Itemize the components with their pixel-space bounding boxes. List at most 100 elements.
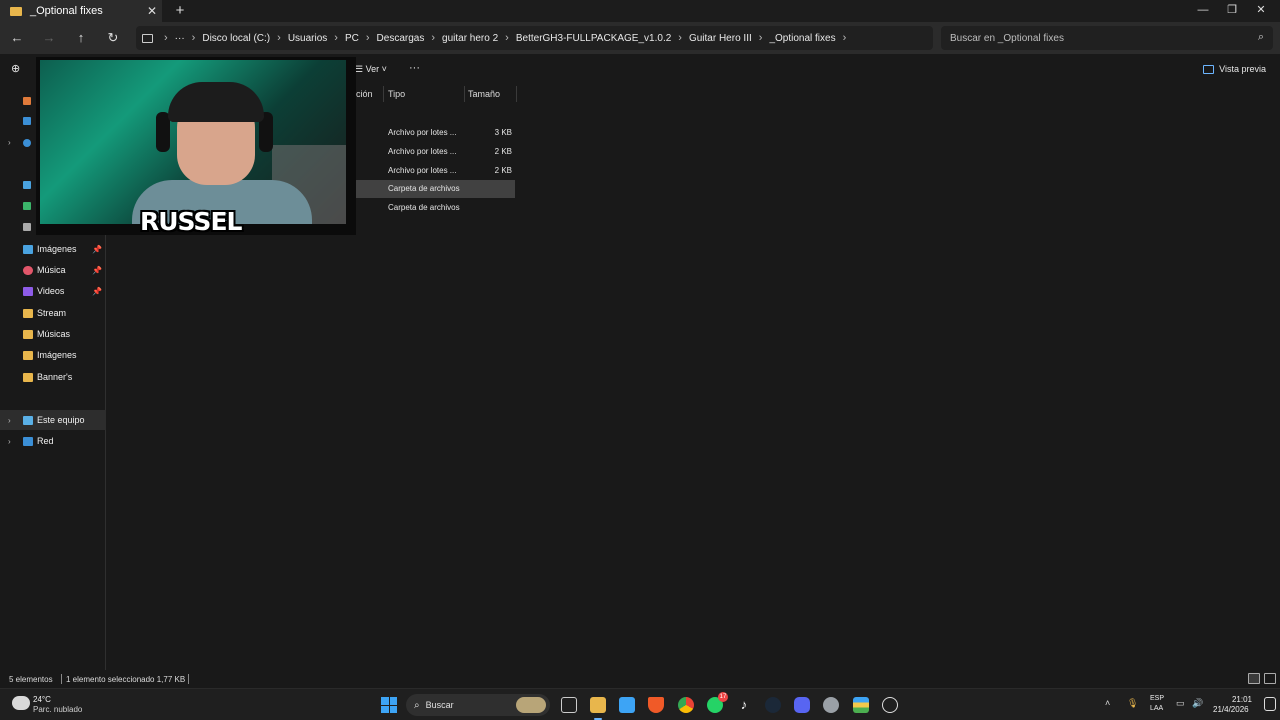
bluestacks-icon[interactable] (853, 697, 869, 713)
pin-icon: 📌 (92, 244, 102, 254)
chevron-right-icon[interactable]: › (8, 138, 11, 147)
sidebar-item-this-pc[interactable]: › Este equipo (0, 410, 106, 430)
sidebar-item-banners[interactable]: Banner's (0, 367, 106, 387)
column-divider[interactable] (383, 86, 384, 102)
more-options-button[interactable]: ··· (409, 62, 420, 74)
breadcrumb-more[interactable]: ··· (171, 33, 189, 44)
network-status-icon[interactable]: ▭ (1176, 698, 1185, 709)
documents-icon[interactable] (23, 223, 31, 231)
breadcrumb-downloads[interactable]: Descargas (373, 33, 429, 44)
minimize-button[interactable]: — (1188, 0, 1218, 22)
language-code[interactable]: ESP (1150, 695, 1164, 702)
clock-time[interactable]: 21:01 (1230, 695, 1252, 704)
file-type: Carpeta de archivos (388, 203, 460, 212)
sidebar-item-images[interactable]: Imágenes 📌 (0, 239, 106, 259)
sidebar-item-network[interactable]: › Red (0, 431, 106, 451)
column-divider[interactable] (516, 86, 517, 102)
microphone-icon[interactable]: 🎙 (1127, 698, 1138, 709)
folder-icon (23, 308, 33, 318)
close-window-button[interactable]: ✕ (1246, 0, 1276, 22)
new-tab-button[interactable]: + (172, 3, 188, 19)
settings-icon[interactable] (823, 697, 839, 713)
obs-icon[interactable] (882, 697, 898, 713)
file-size: 2 KB (494, 166, 512, 175)
file-type: Archivo por lotes ... (388, 128, 457, 137)
preview-button[interactable]: Vista previa (1203, 64, 1266, 74)
chevron-right-icon[interactable]: › (8, 416, 11, 425)
volume-icon[interactable]: 🔊 (1192, 698, 1203, 709)
gallery-icon[interactable] (23, 117, 31, 125)
breadcrumb-guitar-hero-3[interactable]: Guitar Hero III (685, 33, 756, 44)
sidebar-item-musicas[interactable]: Músicas (0, 324, 106, 344)
desktop-icon[interactable] (23, 181, 31, 189)
column-divider[interactable] (464, 86, 465, 102)
task-view-icon[interactable] (561, 697, 577, 713)
table-row[interactable]: Archivo por lotes ... 2 KB (355, 143, 515, 161)
up-icon[interactable]: ↑ (72, 30, 90, 46)
sidebar-item-stream[interactable]: Stream (0, 303, 106, 323)
weather-cloud-icon[interactable] (12, 696, 30, 710)
chevron-right-icon: › (365, 32, 370, 44)
steam-icon[interactable] (765, 697, 781, 713)
notifications-icon[interactable] (1264, 697, 1276, 711)
table-row[interactable]: Carpeta de archivos (355, 180, 515, 198)
chevron-right-icon[interactable]: › (8, 437, 11, 446)
cloud-icon[interactable] (23, 139, 31, 147)
taskbar: 24°C Parc. nublado ⌕ Buscar 17 ♪ ˄ 🎙 ESP… (0, 688, 1280, 720)
tab-optional-fixes[interactable]: _Optional fixes ✕ (0, 0, 162, 22)
keyboard-layout[interactable]: LAA (1150, 705, 1163, 712)
table-row[interactable]: Carpeta de archivos (355, 199, 515, 217)
folder-icon (10, 6, 22, 16)
maximize-button[interactable]: ❐ (1217, 0, 1247, 22)
downloads-icon[interactable] (23, 202, 31, 210)
file-explorer-icon[interactable] (590, 697, 606, 720)
whatsapp-icon[interactable]: 17 (707, 692, 728, 713)
tiles-view-icon[interactable] (1264, 673, 1276, 684)
folder-icon (23, 329, 33, 339)
column-header-name[interactable]: ción (356, 86, 373, 102)
table-row[interactable]: Archivo por lotes ... 2 KB (355, 162, 515, 180)
view-button[interactable]: ☰ Ver ˅ (355, 64, 387, 75)
column-header-size[interactable]: Tamaño (468, 86, 500, 102)
webcam-video (40, 60, 346, 224)
refresh-icon[interactable]: ↻ (104, 30, 122, 46)
sidebar-item-music[interactable]: Música 📌 (0, 260, 106, 280)
forward-icon[interactable]: → (40, 30, 58, 46)
tiktok-icon[interactable]: ♪ (736, 697, 752, 713)
breadcrumb-users[interactable]: Usuarios (284, 33, 331, 44)
weather-description[interactable]: Parc. nublado (33, 705, 82, 714)
start-button[interactable] (381, 697, 397, 713)
clock-date[interactable]: 21/4/2026 (1213, 705, 1249, 714)
sidebar-item-imagenes-folder[interactable]: Imágenes (0, 345, 106, 365)
breadcrumb-disk[interactable]: Disco local (C:) (198, 33, 274, 44)
back-icon[interactable]: ← (8, 30, 26, 46)
notification-badge: 17 (718, 692, 728, 702)
chevron-up-icon[interactable]: ˄ (1105, 698, 1110, 708)
sidebar-item-label: Este equipo (37, 415, 85, 425)
chevron-right-icon: › (277, 32, 281, 44)
tab-close-icon[interactable]: ✕ (142, 4, 162, 18)
breadcrumb-optional-fixes[interactable]: _Optional fixes (765, 33, 839, 44)
discord-icon[interactable] (794, 697, 810, 713)
breadcrumb-guitar-hero-2[interactable]: guitar hero 2 (438, 33, 502, 44)
column-header-type[interactable]: Tipo (388, 86, 405, 102)
taskbar-search[interactable]: ⌕ Buscar (406, 694, 550, 716)
home-icon[interactable] (23, 97, 31, 105)
weather-temperature[interactable]: 24°C (33, 695, 51, 704)
breadcrumb-bettergh3[interactable]: BetterGH3-FULLPACKAGE_v1.0.2 (512, 33, 675, 44)
chevron-right-icon: › (431, 32, 436, 44)
new-icon[interactable]: ⊕ (11, 62, 20, 75)
chevron-right-icon: › (505, 32, 509, 44)
preview-pane-icon (1203, 64, 1215, 74)
sidebar-item-videos[interactable]: Videos 📌 (0, 281, 106, 301)
store-icon[interactable] (619, 697, 635, 713)
table-row[interactable]: Archivo por lotes ... 3 KB (355, 124, 515, 142)
brave-browser-icon[interactable] (648, 697, 664, 713)
breadcrumb[interactable]: › ··· › Disco local (C:) › Usuarios › PC… (136, 26, 933, 50)
details-view-icon[interactable] (1248, 673, 1260, 684)
search-input[interactable]: Buscar en _Optional fixes ⌕ (941, 26, 1273, 50)
chevron-right-icon: › (678, 32, 682, 44)
breadcrumb-pc[interactable]: PC (341, 33, 363, 44)
chrome-icon[interactable] (678, 697, 694, 713)
preview-label: Vista previa (1219, 64, 1266, 74)
